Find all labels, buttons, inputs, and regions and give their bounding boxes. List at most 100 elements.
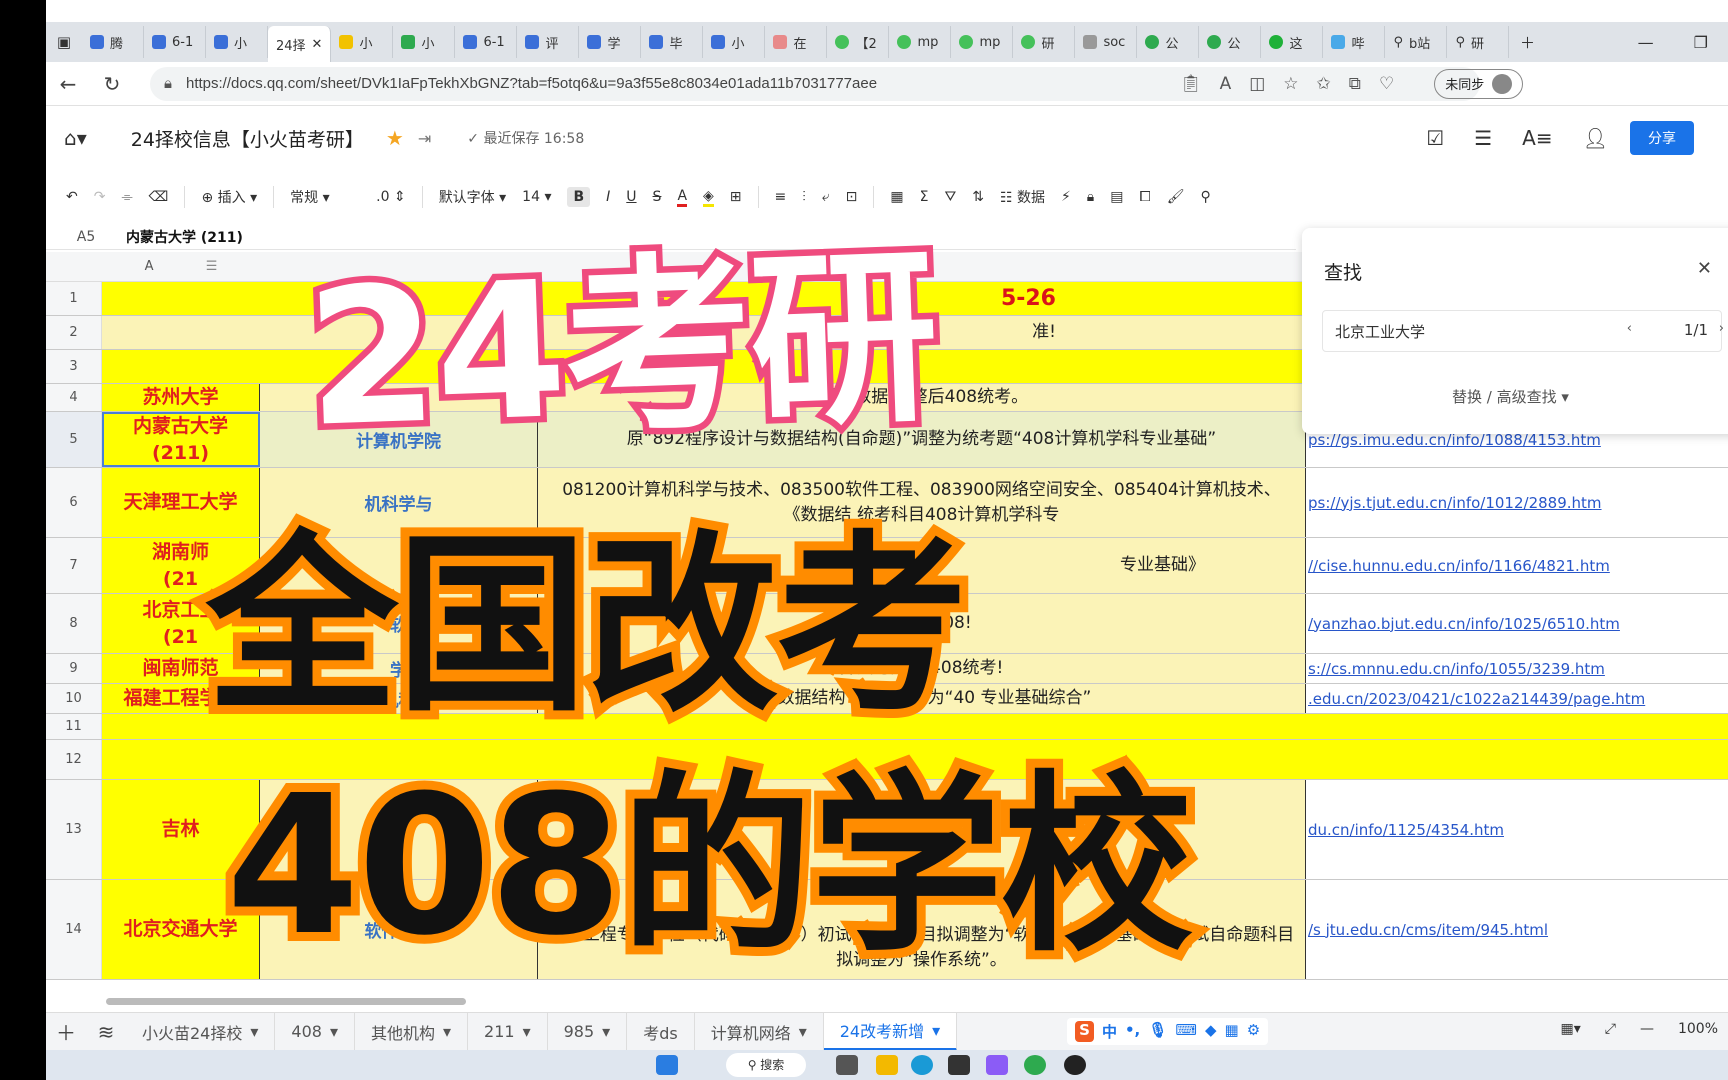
- back-icon[interactable]: ←: [46, 72, 90, 96]
- sheet-tab[interactable]: 408 ▾: [275, 1012, 355, 1051]
- doc-title[interactable]: 24择校信息【小火苗考研】: [131, 125, 364, 152]
- horizontal-scrollbar[interactable]: [106, 998, 466, 1005]
- row-number[interactable]: 5: [46, 412, 102, 467]
- explorer-icon[interactable]: [876, 1055, 898, 1075]
- next-match-icon[interactable]: ›: [1719, 321, 1724, 336]
- taskbar-search[interactable]: ⚲ 搜索: [726, 1053, 806, 1077]
- browser-tab[interactable]: 研: [1013, 26, 1076, 58]
- advanced-find-link[interactable]: 替换 / 高级查找 ▾: [1452, 386, 1569, 407]
- browser-tab[interactable]: 小: [206, 26, 268, 58]
- sheet-tab[interactable]: 小火苗24择校 ▾: [126, 1012, 276, 1051]
- link-cell[interactable]: ps://yjs.tjut.edu.cn/info/1012/2889.htm: [1306, 468, 1666, 537]
- add-sheet-icon[interactable]: ＋: [46, 1017, 86, 1046]
- row-number[interactable]: 14: [46, 880, 102, 979]
- zoom-out-icon[interactable]: —: [1640, 1021, 1654, 1037]
- tab-actions-icon[interactable]: ▣: [46, 22, 82, 62]
- add-task-icon[interactable]: ☑: [1426, 126, 1444, 150]
- favorites-icon[interactable]: ✩: [1317, 74, 1331, 94]
- protect-icon[interactable]: 🔒︎: [1087, 189, 1094, 205]
- home-icon[interactable]: ⌂▾: [64, 126, 87, 150]
- browser-tab[interactable]: 小: [393, 26, 456, 58]
- collections-icon[interactable]: ⧉: [1349, 74, 1361, 94]
- split-view-icon[interactable]: ◫: [1249, 74, 1265, 94]
- browser-tab[interactable]: 学: [579, 26, 642, 58]
- app-icon[interactable]: [948, 1055, 970, 1075]
- sheet-list-icon[interactable]: ≋: [86, 1020, 126, 1044]
- sheet-tab[interactable]: 211 ▾: [468, 1012, 548, 1051]
- browser-tab[interactable]: 这: [1261, 26, 1324, 58]
- browser-tab[interactable]: 腾: [82, 26, 144, 58]
- row-number[interactable]: 11: [46, 714, 102, 739]
- move-icon[interactable]: ⇥: [418, 129, 431, 148]
- browser-tab[interactable]: mp: [889, 26, 952, 58]
- cell-reference[interactable]: A5: [46, 229, 126, 245]
- filter-icon[interactable]: ⛛: [944, 189, 956, 205]
- row-number[interactable]: 6: [46, 468, 102, 537]
- link-cell[interactable]: .edu.cn/2023/0421/c1022a214439/page.htm: [1306, 684, 1666, 713]
- link-cell[interactable]: /s jtu.edu.cn/cms/item/945.html: [1306, 880, 1666, 979]
- link-cell[interactable]: s://cs.mnnu.edu.cn/info/1055/3239.htm: [1306, 654, 1666, 683]
- view-icon[interactable]: ▦▾: [1561, 1021, 1581, 1037]
- prev-match-icon[interactable]: ‹: [1627, 321, 1632, 336]
- edge-icon[interactable]: [911, 1055, 933, 1075]
- link-cell[interactable]: du.cn/info/1125/4354.htm: [1306, 780, 1666, 879]
- browser-tab[interactable]: 公: [1137, 26, 1200, 58]
- sort-icon[interactable]: ⇅: [972, 189, 984, 205]
- browser-tab[interactable]: 在: [765, 26, 828, 58]
- refresh-icon[interactable]: ↻: [90, 72, 134, 96]
- start-icon[interactable]: [656, 1055, 678, 1075]
- close-icon[interactable]: ✕: [1697, 258, 1712, 279]
- sheet-tab[interactable]: 考ds: [627, 1012, 695, 1051]
- sheet-tab[interactable]: 985 ▾: [548, 1012, 628, 1051]
- browser-tab[interactable]: 6-1: [144, 26, 206, 58]
- sheet-tab[interactable]: 计算机网络 ▾: [695, 1012, 824, 1051]
- text-format-icon[interactable]: A≡: [1522, 126, 1552, 150]
- clipboard-icon[interactable]: 📋︎: [1180, 74, 1202, 94]
- ime-toolbar[interactable]: S 中 •, 🎙︎ ⌨ ◆ ▦ ⚙: [1067, 1018, 1269, 1045]
- browser-tab-active[interactable]: 24择 ✕: [268, 26, 332, 62]
- filter-toggle-icon[interactable]: ☰: [206, 259, 218, 274]
- browser-tab[interactable]: 【2: [827, 26, 890, 58]
- column-a-header[interactable]: A ☰: [102, 252, 260, 282]
- link-cell[interactable]: //cise.hunnu.edu.cn/info/1166/4821.htm: [1306, 538, 1666, 593]
- app-icon[interactable]: [986, 1055, 1008, 1075]
- minimize-icon[interactable]: —: [1638, 33, 1654, 52]
- maximize-icon[interactable]: ❐: [1694, 33, 1708, 52]
- redo-icon[interactable]: ↷: [94, 189, 106, 205]
- format-painter-icon[interactable]: ⌯: [121, 189, 132, 205]
- row-number[interactable]: 3: [46, 350, 102, 383]
- formula-input[interactable]: 内蒙古大学 (211): [126, 227, 243, 247]
- menu-icon[interactable]: ☰: [1474, 126, 1492, 150]
- school-cell[interactable]: 苏州大学: [102, 384, 260, 411]
- sync-button[interactable]: 未同步: [1434, 68, 1524, 99]
- eraser-icon[interactable]: ⌫: [149, 189, 169, 205]
- browser-tab[interactable]: 毕: [641, 26, 704, 58]
- browser-tab[interactable]: 哔: [1323, 26, 1386, 58]
- read-aloud-icon[interactable]: A: [1220, 74, 1232, 94]
- browser-tab[interactable]: 小: [703, 26, 766, 58]
- collaborator-icon[interactable]: 👤︎: [1583, 126, 1608, 150]
- browser-tab[interactable]: 6-1: [455, 26, 518, 58]
- close-tab-icon[interactable]: ✕: [312, 37, 323, 52]
- link-cell[interactable]: /yanzhao.bjut.edu.cn/info/1025/6510.htm: [1306, 594, 1666, 653]
- share-button[interactable]: 分享: [1630, 121, 1694, 155]
- form-icon[interactable]: ▤: [1110, 189, 1123, 205]
- wechat-icon[interactable]: [1024, 1055, 1046, 1075]
- undo-icon[interactable]: ↶: [66, 189, 78, 205]
- toolbar-search-icon[interactable]: ⚲: [1200, 189, 1210, 205]
- row-number[interactable]: 13: [46, 780, 102, 879]
- plugin-icon[interactable]: ⧠: [1139, 189, 1150, 205]
- row-number[interactable]: 2: [46, 316, 102, 349]
- browser-tab[interactable]: soc: [1075, 26, 1138, 58]
- new-tab-icon[interactable]: ＋: [1509, 22, 1545, 62]
- sheet-tab-active[interactable]: 24改考新增 ▾: [823, 1012, 958, 1051]
- row-number[interactable]: 10: [46, 684, 102, 713]
- browser-tab[interactable]: ⚲ b站: [1385, 26, 1448, 58]
- star-icon[interactable]: ★: [386, 126, 404, 150]
- row-number[interactable]: 4: [46, 384, 102, 411]
- automation-icon[interactable]: ⚡: [1061, 189, 1071, 205]
- find-input[interactable]: 北京工业大学: [1322, 310, 1722, 352]
- browser-tab[interactable]: 评: [517, 26, 580, 58]
- taskview-icon[interactable]: [836, 1055, 858, 1075]
- browser-tab[interactable]: 小: [331, 26, 394, 58]
